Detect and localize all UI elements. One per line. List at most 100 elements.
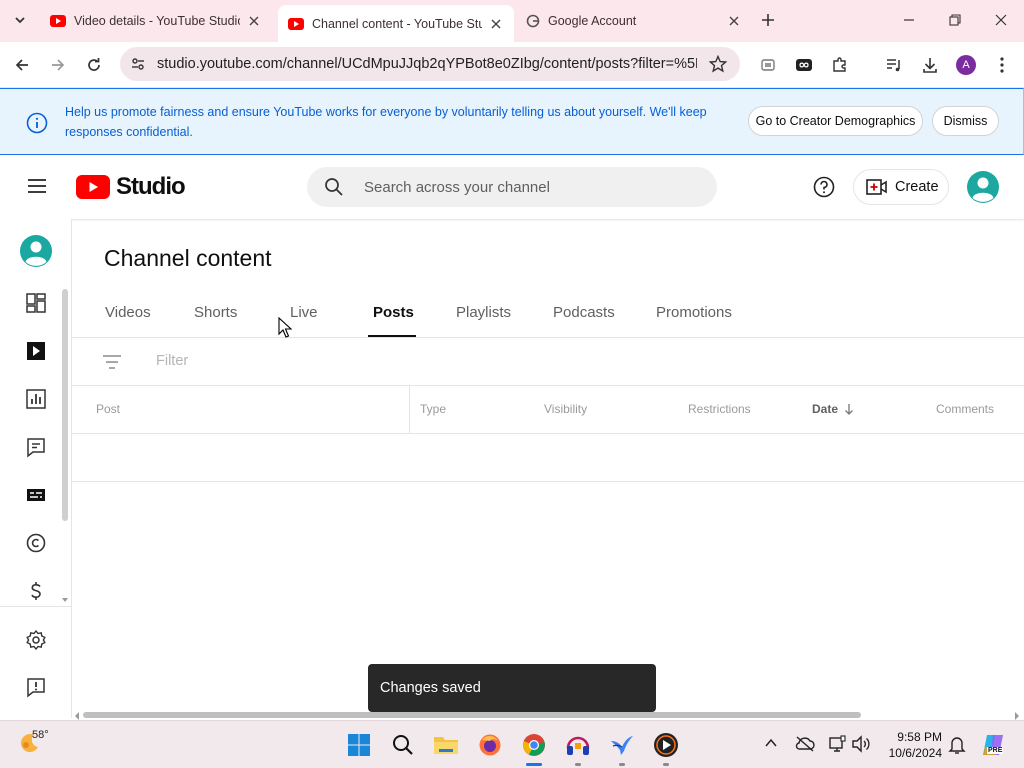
tab-posts[interactable]: Posts bbox=[373, 304, 414, 321]
tab-title: Google Account bbox=[548, 14, 637, 28]
help-button[interactable] bbox=[813, 176, 835, 198]
tab-videos[interactable]: Videos bbox=[105, 304, 151, 321]
sidebar-item-content[interactable] bbox=[24, 339, 48, 363]
subtitles-icon bbox=[27, 489, 45, 501]
channel-search-box[interactable]: Search across your channel bbox=[307, 167, 717, 207]
url-text[interactable]: studio.youtube.com/channel/UCdMpuJJqb2qY… bbox=[157, 56, 697, 72]
taskbar-file-explorer[interactable] bbox=[432, 731, 460, 759]
column-date-sort[interactable]: Date bbox=[812, 402, 854, 416]
new-tab-button[interactable] bbox=[754, 6, 782, 34]
studio-logo[interactable]: Studio bbox=[76, 173, 186, 201]
filter-button[interactable] bbox=[102, 353, 122, 371]
filter-bar: Filter bbox=[72, 338, 1024, 386]
scroll-down-arrow[interactable] bbox=[61, 596, 69, 604]
tab-google-account[interactable]: Google Account bbox=[516, 6, 752, 36]
address-bar[interactable]: studio.youtube.com/channel/UCdMpuJJqb2qY… bbox=[120, 47, 740, 81]
scroll-right-arrow[interactable] bbox=[1014, 712, 1020, 720]
media-controls-button[interactable] bbox=[880, 51, 908, 79]
star-icon[interactable] bbox=[709, 55, 727, 73]
app-running-indicator bbox=[619, 763, 625, 766]
browser-menu-button[interactable] bbox=[988, 51, 1016, 79]
volume-control[interactable] bbox=[851, 735, 871, 753]
cast-extension-button[interactable] bbox=[754, 51, 782, 79]
notifications-button[interactable] bbox=[948, 735, 966, 755]
tab-playlists[interactable]: Playlists bbox=[456, 304, 511, 321]
tab-search-button[interactable] bbox=[6, 6, 34, 34]
reload-button[interactable] bbox=[80, 51, 108, 79]
search-input[interactable]: Search across your channel bbox=[364, 179, 550, 196]
filter-input[interactable]: Filter bbox=[156, 353, 188, 369]
copilot-badge: PRE bbox=[987, 747, 1004, 754]
column-date: Date bbox=[812, 402, 839, 416]
go-to-creator-demographics-button[interactable]: Go to Creator Demographics bbox=[748, 106, 923, 136]
network-status[interactable] bbox=[828, 735, 846, 753]
side-nav-scrollbar[interactable] bbox=[62, 289, 68, 521]
tab-promotions[interactable]: Promotions bbox=[656, 304, 732, 321]
cloud-off-icon bbox=[795, 736, 815, 752]
table-header: Post Type Visibility Restrictions Date C… bbox=[72, 386, 1024, 434]
sidebar-item-analytics[interactable] bbox=[24, 387, 48, 411]
forward-button[interactable] bbox=[44, 51, 72, 79]
downloads-button[interactable] bbox=[916, 51, 944, 79]
minimize-icon bbox=[904, 19, 914, 21]
restore-button[interactable] bbox=[941, 6, 969, 34]
close-icon[interactable] bbox=[726, 13, 742, 29]
hamburger-icon bbox=[28, 179, 46, 193]
monitor-network-icon bbox=[829, 735, 846, 752]
site-info-icon[interactable] bbox=[130, 56, 146, 72]
back-button[interactable] bbox=[8, 51, 36, 79]
create-button[interactable]: Create bbox=[853, 169, 949, 205]
horizontal-scrollbar[interactable] bbox=[83, 712, 861, 718]
sidebar-item-copyright[interactable] bbox=[24, 531, 48, 555]
scroll-left-arrow[interactable] bbox=[74, 712, 80, 720]
close-icon[interactable] bbox=[488, 16, 504, 32]
extension-button[interactable] bbox=[790, 51, 818, 79]
taskbar-media-player[interactable] bbox=[652, 731, 680, 759]
analytics-icon bbox=[26, 389, 46, 409]
sidebar-item-dashboard[interactable] bbox=[24, 291, 48, 315]
column-type: Type bbox=[420, 402, 447, 416]
windows-logo-icon bbox=[348, 734, 370, 756]
taskbar-firefox[interactable] bbox=[476, 731, 504, 759]
page-title: Channel content bbox=[104, 245, 272, 271]
system-clock[interactable]: 9:58 PM 10/6/2024 bbox=[880, 729, 942, 761]
column-visibility: Visibility bbox=[544, 402, 588, 416]
puzzle-icon bbox=[833, 57, 846, 72]
show-hidden-icons[interactable] bbox=[765, 738, 777, 748]
close-icon[interactable] bbox=[246, 13, 262, 29]
column-post: Post bbox=[96, 402, 121, 416]
tab-podcasts[interactable]: Podcasts bbox=[553, 304, 615, 321]
demographics-banner: Help us promote fairness and ensure YouT… bbox=[0, 88, 1024, 155]
tab-channel-content[interactable]: Channel content - YouTube Studio bbox=[278, 5, 514, 42]
sidebar-item-settings[interactable] bbox=[24, 628, 48, 652]
taskbar-bird-app[interactable] bbox=[608, 731, 636, 759]
taskbar-chrome[interactable] bbox=[520, 731, 548, 759]
minimize-button[interactable] bbox=[895, 6, 923, 34]
sidebar-item-comments[interactable] bbox=[24, 435, 48, 459]
column-restrictions: Restrictions bbox=[688, 402, 751, 416]
profile-button[interactable]: A bbox=[952, 51, 980, 79]
taskbar-audio-app[interactable] bbox=[564, 731, 592, 759]
sidebar-item-feedback[interactable] bbox=[24, 675, 48, 699]
extensions-button[interactable] bbox=[826, 51, 854, 79]
close-window-button[interactable] bbox=[987, 6, 1015, 34]
more-vert-icon bbox=[1000, 57, 1004, 73]
tab-shorts[interactable]: Shorts bbox=[194, 304, 237, 321]
sidebar-item-subtitles[interactable] bbox=[24, 483, 48, 507]
studio-header: Studio Search across your channel Create bbox=[0, 155, 1024, 219]
tab-live[interactable]: Live bbox=[290, 304, 318, 321]
account-avatar[interactable] bbox=[967, 171, 999, 203]
chevron-right-icon bbox=[1015, 712, 1019, 720]
dismiss-button[interactable]: Dismiss bbox=[932, 106, 999, 136]
sidebar-item-earn[interactable] bbox=[24, 579, 48, 603]
onedrive-status[interactable] bbox=[795, 736, 815, 752]
start-button[interactable] bbox=[345, 731, 373, 759]
channel-avatar[interactable] bbox=[20, 235, 52, 267]
menu-button[interactable] bbox=[26, 177, 50, 197]
copilot-button[interactable]: PRE bbox=[981, 733, 1005, 757]
taskbar-search[interactable] bbox=[389, 731, 417, 759]
play-circle-icon bbox=[654, 733, 678, 757]
filter-icon bbox=[103, 355, 121, 369]
restore-icon bbox=[949, 14, 961, 26]
tab-video-details[interactable]: Video details - YouTube Studio bbox=[40, 6, 272, 36]
